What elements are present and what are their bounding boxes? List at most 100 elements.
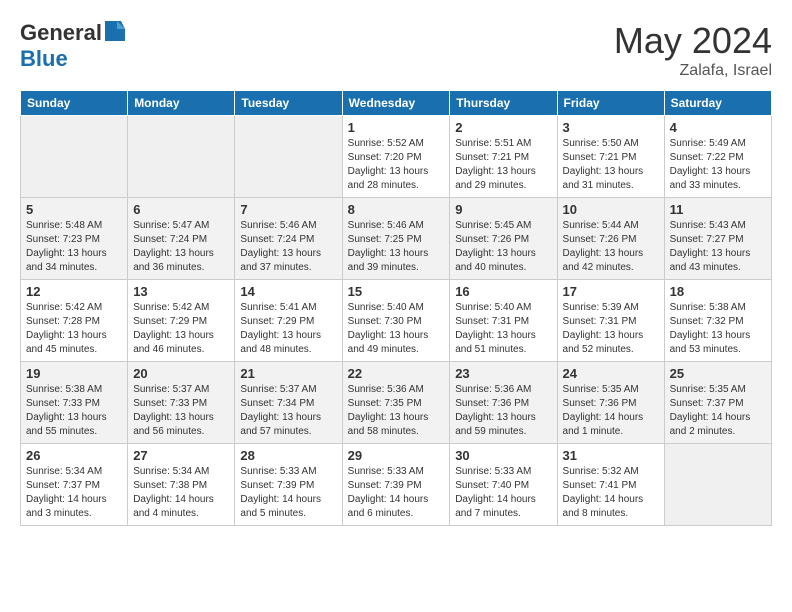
day-info: Sunrise: 5:37 AM Sunset: 7:33 PM Dayligh…: [133, 383, 229, 439]
day-info: Sunrise: 5:52 AM Sunset: 7:20 PM Dayligh…: [348, 137, 445, 193]
day-info: Sunrise: 5:40 AM Sunset: 7:30 PM Dayligh…: [348, 301, 445, 357]
calendar-cell: 18 Sunrise: 5:38 AM Sunset: 7:32 PM Dayli…: [664, 280, 771, 362]
calendar-cell: 11 Sunrise: 5:43 AM Sunset: 7:27 PM Dayli…: [664, 198, 771, 280]
day-info: Sunrise: 5:39 AM Sunset: 7:31 PM Dayligh…: [563, 301, 659, 357]
day-info: Sunrise: 5:34 AM Sunset: 7:37 PM Dayligh…: [26, 465, 122, 521]
page-header: General Blue May 2024 Zalafa, Israel: [20, 20, 772, 80]
day-number: 10: [563, 202, 659, 217]
day-header-wednesday: Wednesday: [342, 91, 450, 116]
calendar-cell: 16 Sunrise: 5:40 AM Sunset: 7:31 PM Dayli…: [450, 280, 557, 362]
day-number: 1: [348, 120, 445, 135]
calendar-cell: 12Sunrise: 5:42 AM Sunset: 7:28 PM Dayli…: [21, 280, 128, 362]
calendar-cell: 5Sunrise: 5:48 AM Sunset: 7:23 PM Daylig…: [21, 198, 128, 280]
logo-blue-text: Blue: [20, 46, 68, 71]
day-number: 25: [670, 366, 766, 381]
day-number: 6: [133, 202, 229, 217]
day-info: Sunrise: 5:36 AM Sunset: 7:35 PM Dayligh…: [348, 383, 445, 439]
day-info: Sunrise: 5:37 AM Sunset: 7:34 PM Dayligh…: [240, 383, 336, 439]
logo: General Blue: [20, 20, 125, 72]
calendar-cell: 14Sunrise: 5:41 AM Sunset: 7:29 PM Dayli…: [235, 280, 342, 362]
day-number: 28: [240, 448, 336, 463]
day-number: 3: [563, 120, 659, 135]
calendar-cell: 7 Sunrise: 5:46 AM Sunset: 7:24 PM Daylig…: [235, 198, 342, 280]
day-number: 9: [455, 202, 551, 217]
day-info: Sunrise: 5:44 AM Sunset: 7:26 PM Dayligh…: [563, 219, 659, 275]
day-info: Sunrise: 5:33 AM Sunset: 7:40 PM Dayligh…: [455, 465, 551, 521]
title-block: May 2024 Zalafa, Israel: [614, 20, 772, 80]
day-info: Sunrise: 5:38 AM Sunset: 7:32 PM Dayligh…: [670, 301, 766, 357]
day-number: 16: [455, 284, 551, 299]
day-info: Sunrise: 5:46 AM Sunset: 7:24 PM Dayligh…: [240, 219, 336, 275]
day-info: Sunrise: 5:51 AM Sunset: 7:21 PM Dayligh…: [455, 137, 551, 193]
calendar-cell: [235, 116, 342, 198]
calendar-week-row: 12Sunrise: 5:42 AM Sunset: 7:28 PM Dayli…: [21, 280, 772, 362]
day-number: 15: [348, 284, 445, 299]
day-number: 4: [670, 120, 766, 135]
calendar-cell: 26Sunrise: 5:34 AM Sunset: 7:37 PM Dayli…: [21, 444, 128, 526]
day-info: Sunrise: 5:33 AM Sunset: 7:39 PM Dayligh…: [348, 465, 445, 521]
day-header-thursday: Thursday: [450, 91, 557, 116]
day-number: 29: [348, 448, 445, 463]
day-info: Sunrise: 5:45 AM Sunset: 7:26 PM Dayligh…: [455, 219, 551, 275]
calendar-cell: 17 Sunrise: 5:39 AM Sunset: 7:31 PM Dayli…: [557, 280, 664, 362]
day-number: 20: [133, 366, 229, 381]
day-info: Sunrise: 5:47 AM Sunset: 7:24 PM Dayligh…: [133, 219, 229, 275]
day-info: Sunrise: 5:50 AM Sunset: 7:21 PM Dayligh…: [563, 137, 659, 193]
location-text: Zalafa, Israel: [614, 62, 772, 80]
calendar-cell: [128, 116, 235, 198]
day-number: 17: [563, 284, 659, 299]
calendar-cell: 25 Sunrise: 5:35 AM Sunset: 7:37 PM Dayli…: [664, 362, 771, 444]
calendar-week-row: 5Sunrise: 5:48 AM Sunset: 7:23 PM Daylig…: [21, 198, 772, 280]
day-info: Sunrise: 5:46 AM Sunset: 7:25 PM Dayligh…: [348, 219, 445, 275]
calendar-cell: 21 Sunrise: 5:37 AM Sunset: 7:34 PM Dayli…: [235, 362, 342, 444]
month-title: May 2024: [614, 20, 772, 62]
calendar-cell: 31 Sunrise: 5:32 AM Sunset: 7:41 PM Dayli…: [557, 444, 664, 526]
day-number: 2: [455, 120, 551, 135]
calendar-cell: 28 Sunrise: 5:33 AM Sunset: 7:39 PM Dayli…: [235, 444, 342, 526]
calendar-cell: 10 Sunrise: 5:44 AM Sunset: 7:26 PM Dayli…: [557, 198, 664, 280]
calendar-cell: 6 Sunrise: 5:47 AM Sunset: 7:24 PM Daylig…: [128, 198, 235, 280]
day-info: Sunrise: 5:33 AM Sunset: 7:39 PM Dayligh…: [240, 465, 336, 521]
day-header-saturday: Saturday: [664, 91, 771, 116]
calendar-cell: 1 Sunrise: 5:52 AM Sunset: 7:20 PM Daylig…: [342, 116, 450, 198]
day-number: 21: [240, 366, 336, 381]
calendar-cell: 22 Sunrise: 5:36 AM Sunset: 7:35 PM Dayli…: [342, 362, 450, 444]
calendar-week-row: 26Sunrise: 5:34 AM Sunset: 7:37 PM Dayli…: [21, 444, 772, 526]
calendar-cell: [664, 444, 771, 526]
day-number: 31: [563, 448, 659, 463]
calendar-cell: 13Sunrise: 5:42 AM Sunset: 7:29 PM Dayli…: [128, 280, 235, 362]
calendar-cell: 15 Sunrise: 5:40 AM Sunset: 7:30 PM Dayli…: [342, 280, 450, 362]
day-info: Sunrise: 5:48 AM Sunset: 7:23 PM Dayligh…: [26, 219, 122, 275]
day-info: Sunrise: 5:43 AM Sunset: 7:27 PM Dayligh…: [670, 219, 766, 275]
calendar-week-row: 19Sunrise: 5:38 AM Sunset: 7:33 PM Dayli…: [21, 362, 772, 444]
calendar-cell: 3 Sunrise: 5:50 AM Sunset: 7:21 PM Daylig…: [557, 116, 664, 198]
day-header-friday: Friday: [557, 91, 664, 116]
day-header-sunday: Sunday: [21, 91, 128, 116]
calendar-cell: 4 Sunrise: 5:49 AM Sunset: 7:22 PM Daylig…: [664, 116, 771, 198]
calendar-table: SundayMondayTuesdayWednesdayThursdayFrid…: [20, 90, 772, 526]
day-header-tuesday: Tuesday: [235, 91, 342, 116]
day-number: 18: [670, 284, 766, 299]
calendar-cell: 30 Sunrise: 5:33 AM Sunset: 7:40 PM Dayli…: [450, 444, 557, 526]
logo-general-text: General: [20, 20, 102, 46]
day-info: Sunrise: 5:42 AM Sunset: 7:28 PM Dayligh…: [26, 301, 122, 357]
calendar-cell: 8 Sunrise: 5:46 AM Sunset: 7:25 PM Daylig…: [342, 198, 450, 280]
day-info: Sunrise: 5:36 AM Sunset: 7:36 PM Dayligh…: [455, 383, 551, 439]
day-number: 30: [455, 448, 551, 463]
day-info: Sunrise: 5:42 AM Sunset: 7:29 PM Dayligh…: [133, 301, 229, 357]
calendar-cell: [21, 116, 128, 198]
day-header-monday: Monday: [128, 91, 235, 116]
day-info: Sunrise: 5:41 AM Sunset: 7:29 PM Dayligh…: [240, 301, 336, 357]
day-info: Sunrise: 5:38 AM Sunset: 7:33 PM Dayligh…: [26, 383, 122, 439]
day-number: 23: [455, 366, 551, 381]
day-number: 11: [670, 202, 766, 217]
calendar-cell: 29 Sunrise: 5:33 AM Sunset: 7:39 PM Dayli…: [342, 444, 450, 526]
day-number: 22: [348, 366, 445, 381]
day-number: 8: [348, 202, 445, 217]
day-info: Sunrise: 5:40 AM Sunset: 7:31 PM Dayligh…: [455, 301, 551, 357]
day-info: Sunrise: 5:35 AM Sunset: 7:37 PM Dayligh…: [670, 383, 766, 439]
day-number: 7: [240, 202, 336, 217]
day-info: Sunrise: 5:32 AM Sunset: 7:41 PM Dayligh…: [563, 465, 659, 521]
day-info: Sunrise: 5:49 AM Sunset: 7:22 PM Dayligh…: [670, 137, 766, 193]
day-info: Sunrise: 5:35 AM Sunset: 7:36 PM Dayligh…: [563, 383, 659, 439]
